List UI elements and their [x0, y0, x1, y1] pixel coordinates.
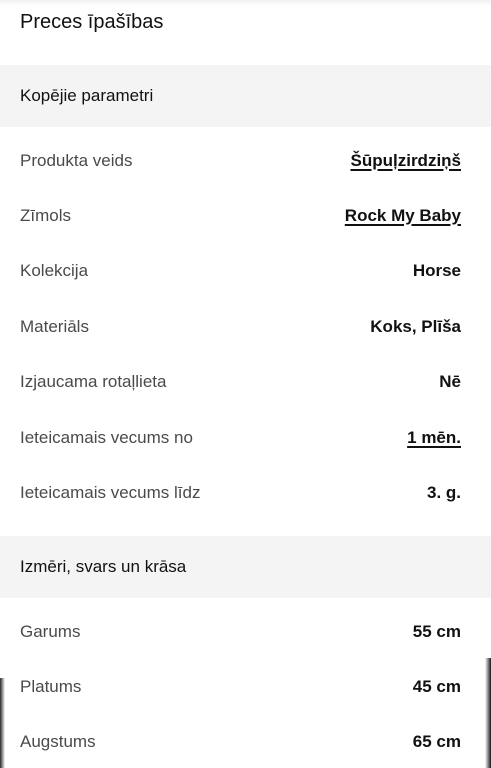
screen-edge-right: [485, 658, 491, 768]
property-row-length: Garums 55 cm: [0, 604, 491, 659]
product-properties-page: Preces īpašības Kopējie parametri Produk…: [0, 0, 491, 768]
section-header-dimensions: Izmēri, svars un krāsa: [0, 536, 491, 598]
property-label: Kolekcija: [20, 260, 89, 280]
property-label: Produkta veids: [20, 150, 133, 170]
brand-link[interactable]: Rock My Baby: [345, 206, 461, 226]
property-row-age-from: Ieteicamais vecums no 1 mēn.: [0, 410, 491, 465]
section-header-general: Kopējie parametri: [0, 65, 491, 127]
property-value: 3. g.: [426, 482, 461, 502]
property-row-brand: Zīmols Rock My Baby: [0, 188, 491, 243]
property-row-material: Materiāls Koks, Plīša: [0, 299, 491, 354]
property-value: Koks, Plīša: [370, 316, 461, 336]
property-row-collection: Kolekcija Horse: [0, 243, 491, 298]
section-title: Izmēri, svars un krāsa: [20, 557, 187, 576]
property-label: Zīmols: [20, 205, 71, 225]
property-value: Nē: [439, 371, 461, 391]
top-shadow: [0, 0, 491, 6]
property-value: 45 cm: [412, 676, 461, 696]
property-label: Ieteicamais vecums līdz: [20, 482, 201, 502]
age-from-link[interactable]: 1 mēn.: [407, 428, 461, 448]
screen-edge-left: [0, 678, 5, 768]
property-label: Augstums: [20, 731, 96, 751]
property-value: 65 cm: [412, 731, 461, 751]
page-title: Preces īpašības: [20, 11, 164, 33]
property-row-age-to: Ieteicamais vecums līdz 3. g.: [0, 465, 491, 520]
section-title: Kopējie parametri: [20, 86, 154, 105]
property-row-detachable-toy: Izjaucama rotaļlieta Nē: [0, 354, 491, 409]
product-type-link[interactable]: Šūpuļzirdziņš: [351, 151, 462, 171]
property-value: 55 cm: [412, 621, 461, 641]
property-label: Izjaucama rotaļlieta: [20, 371, 167, 391]
property-label: Ieteicamais vecums no: [20, 427, 193, 447]
property-row-product-type: Produkta veids Šūpuļzirdziņš: [0, 133, 491, 188]
property-row-width: Platums 45 cm: [0, 659, 491, 714]
property-row-height: Augstums 65 cm: [0, 714, 491, 768]
property-label: Garums: [20, 621, 81, 641]
property-label: Platums: [20, 676, 82, 696]
property-value: Horse: [412, 260, 461, 280]
property-label: Materiāls: [20, 316, 89, 336]
